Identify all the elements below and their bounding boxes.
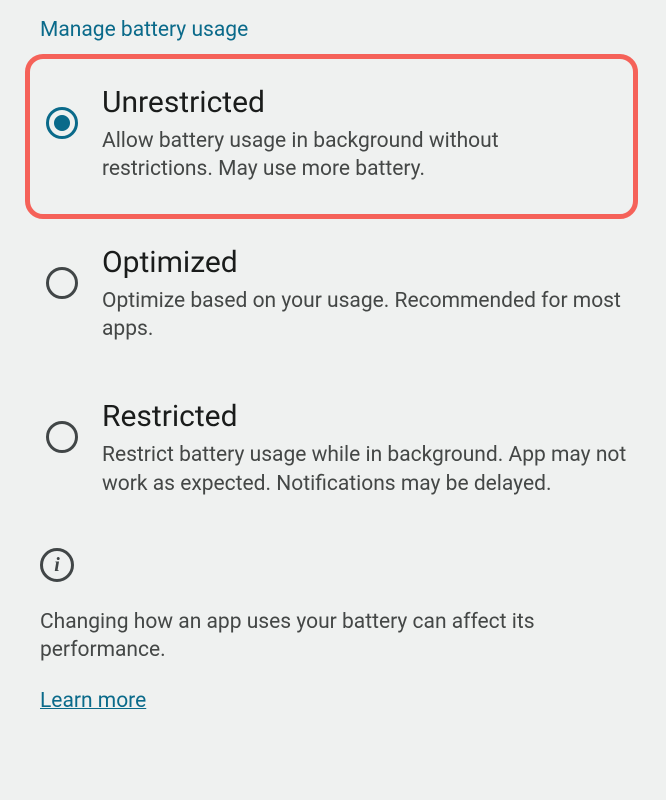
option-description: Optimize based on your usage. Recommende… bbox=[102, 287, 630, 344]
option-description: Restrict battery usage while in backgrou… bbox=[102, 441, 630, 498]
radio-button-unselected-icon[interactable] bbox=[46, 421, 78, 453]
section-header: Manage battery usage bbox=[0, 0, 666, 54]
option-text: Optimized Optimize based on your usage. … bbox=[102, 245, 630, 344]
option-text: Restricted Restrict battery usage while … bbox=[102, 399, 630, 498]
option-restricted[interactable]: Restricted Restrict battery usage while … bbox=[0, 373, 666, 528]
option-title: Unrestricted bbox=[102, 85, 597, 121]
option-unrestricted[interactable]: Unrestricted Allow battery usage in back… bbox=[30, 59, 633, 214]
radio-wrap bbox=[40, 399, 84, 453]
info-section: i Changing how an app uses your battery … bbox=[0, 528, 666, 713]
option-text: Unrestricted Allow battery usage in back… bbox=[102, 85, 597, 184]
info-icon-wrap: i bbox=[40, 548, 626, 582]
option-title: Restricted bbox=[102, 399, 630, 435]
info-text: Changing how an app uses your battery ca… bbox=[40, 608, 626, 665]
highlighted-option-box: Unrestricted Allow battery usage in back… bbox=[25, 54, 638, 219]
info-icon: i bbox=[40, 548, 74, 582]
radio-wrap bbox=[40, 85, 84, 139]
radio-button-selected-icon[interactable] bbox=[46, 107, 78, 139]
radio-button-unselected-icon[interactable] bbox=[46, 267, 78, 299]
option-optimized[interactable]: Optimized Optimize based on your usage. … bbox=[0, 219, 666, 374]
option-description: Allow battery usage in background withou… bbox=[102, 127, 597, 184]
radio-wrap bbox=[40, 245, 84, 299]
option-title: Optimized bbox=[102, 245, 630, 281]
learn-more-link[interactable]: Learn more bbox=[40, 689, 146, 713]
